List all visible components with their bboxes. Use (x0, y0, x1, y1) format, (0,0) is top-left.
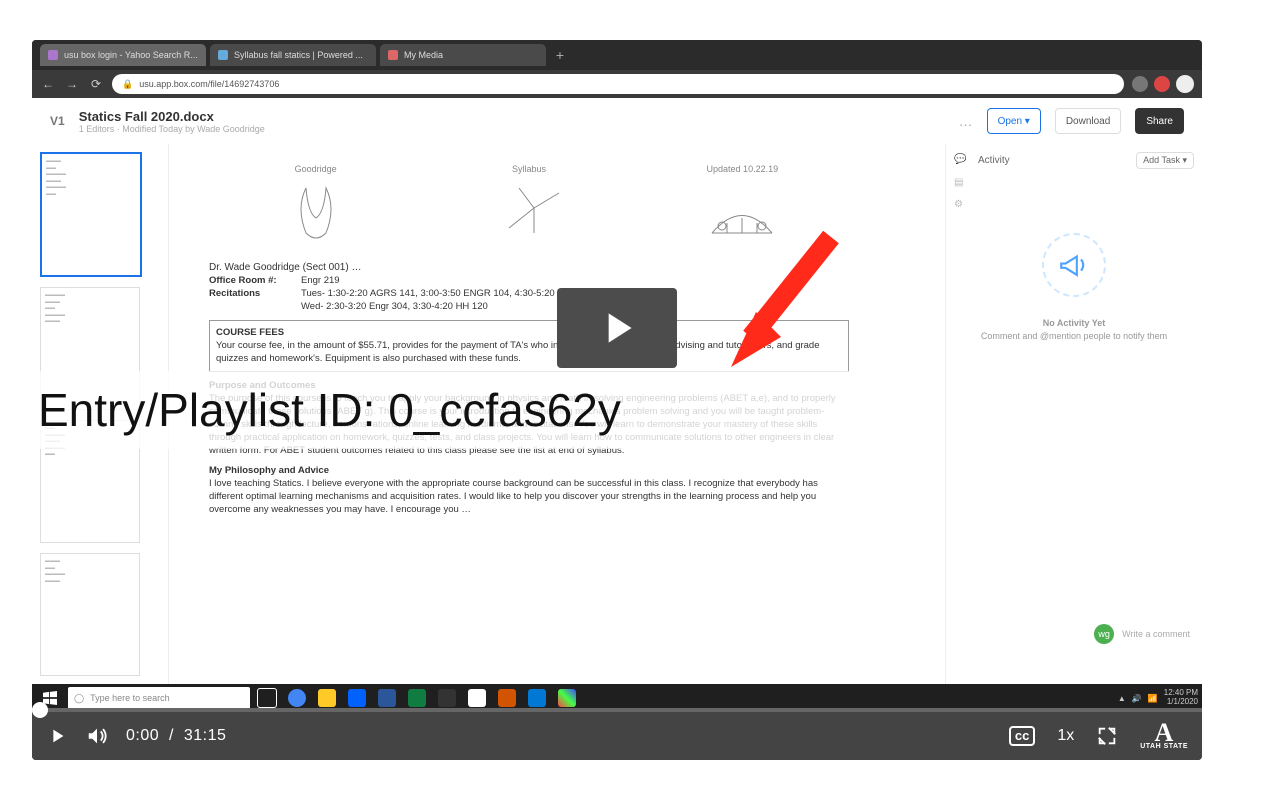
tab-label: My Media (404, 50, 443, 60)
tray-icon: 🔊 (1132, 694, 1142, 703)
course-fees-box: COURSE FEES Your course fee, in the amou… (209, 320, 849, 372)
activity-panel: 💬 Activity Add Task ▾ ▤ ⚙ No Activity Ye… (945, 144, 1202, 684)
favicon-icon (48, 50, 58, 60)
chat-icon: 💬 (954, 154, 968, 168)
instructor-line: Dr. Wade Goodridge (Sect 001) … (209, 262, 849, 273)
seek-bar[interactable] (32, 708, 1202, 712)
fig-caption: Updated 10.22.19 (707, 164, 779, 174)
entry-id-text: Entry/Playlist ID: 0_ccfas62y (38, 383, 621, 437)
tab-label: usu box login - Yahoo Search R... (64, 50, 198, 60)
address-bar[interactable]: 🔒 usu.app.box.com/file/14692743706 (112, 74, 1124, 94)
new-tab-button[interactable]: + (550, 45, 570, 65)
activity-label: Activity (978, 155, 1010, 166)
lock-icon: 🔒 (122, 79, 133, 90)
browser-toolbar: ← → ⟳ 🔒 usu.app.box.com/file/14692743706 (32, 70, 1202, 98)
comment-input[interactable]: wg Write a comment (1094, 624, 1190, 644)
brand-label: UTAH STATE (1140, 743, 1188, 750)
search-icon: ◯ (74, 693, 84, 704)
stage: usu box login - Yahoo Search R... Syllab… (0, 0, 1280, 800)
heading: COURSE FEES (216, 327, 284, 338)
brand-logo-icon: A (1154, 723, 1173, 743)
value: Tues- 1:30-2:20 AGRS 141, 3:00-3:50 ENGR… (301, 288, 596, 299)
forward-button[interactable]: → (64, 76, 80, 92)
extension-icon[interactable] (1132, 76, 1148, 92)
box-header: V1 Statics Fall 2020.docx 1 Editors · Mo… (32, 98, 1202, 145)
extension-icon[interactable] (1154, 76, 1170, 92)
tab-label: Syllabus fall statics | Powered ... (234, 50, 363, 60)
taskbar-search[interactable]: ◯ Type here to search (68, 687, 250, 709)
gear-icon: ⚙ (954, 199, 968, 213)
fig-caption: Goodridge (295, 164, 337, 174)
add-task-button[interactable]: Add Task ▾ (1136, 152, 1194, 169)
captions-button[interactable]: cc (1009, 726, 1035, 746)
version-badge: V1 (50, 114, 65, 128)
profile-avatar[interactable] (1176, 75, 1194, 93)
toolbar-right (1132, 75, 1194, 93)
back-button[interactable]: ← (40, 76, 56, 92)
tray-icon: 📶 (1148, 694, 1158, 703)
play-icon (592, 303, 642, 353)
fullscreen-icon (1096, 725, 1118, 747)
noactivity-sub: Comment and @mention people to notify th… (981, 331, 1167, 341)
reload-button[interactable]: ⟳ (88, 76, 104, 92)
tray-icon: ▲ (1118, 694, 1126, 703)
video-control-bar: 0:00 / 31:15 cc 1x A UTAH STATE (32, 712, 1202, 760)
volume-icon (86, 725, 108, 747)
label: Recitations (209, 288, 289, 299)
body-text: Your course fee, in the amount of $55.71… (216, 340, 820, 364)
browser-tab[interactable]: usu box login - Yahoo Search R... (40, 44, 206, 66)
entry-id-overlay: Entry/Playlist ID: 0_ccfas62y (32, 371, 858, 449)
volume-button[interactable] (86, 725, 108, 747)
system-tray[interactable]: ▲ 🔊 📶 12:40 PM 1/1/2020 (1118, 689, 1198, 707)
page-thumb[interactable]: ▬▬▬▬▬▬▬▬▬▬▬▬ (40, 553, 140, 676)
share-button[interactable]: Share (1135, 108, 1184, 134)
fig-caption: Syllabus (512, 164, 546, 174)
taskbar-clock[interactable]: 12:40 PM 1/1/2020 (1164, 689, 1198, 707)
doc-subtitle: 1 Editors · Modified Today by Wade Goodr… (79, 124, 265, 134)
time-display: 0:00 / 31:15 (126, 727, 226, 745)
favicon-icon (218, 50, 228, 60)
value: Wed- 2:30-3:20 Engr 304, 3:30-4:20 HH 12… (301, 301, 488, 312)
heading: My Philosophy and Advice (209, 465, 849, 478)
video-player: usu box login - Yahoo Search R... Syllab… (32, 40, 1202, 760)
open-button[interactable]: Open ▾ (987, 108, 1041, 134)
play-overlay-button[interactable] (557, 288, 677, 368)
play-icon (46, 725, 68, 747)
url-text: usu.app.box.com/file/14692743706 (139, 79, 279, 89)
megaphone-icon (1042, 233, 1106, 297)
browser-tab-strip: usu box login - Yahoo Search R... Syllab… (32, 40, 1202, 70)
body-text: I love teaching Statics. I believe every… (209, 478, 818, 515)
page-thumb[interactable]: ▬▬▬▬▬▬▬▬▬▬▬▬▬▬▬▬▬▬ (40, 152, 142, 277)
page-content: Goodridge Syllabus Updated 10.22.19 Dr. … (209, 154, 849, 517)
speed-button[interactable]: 1x (1057, 727, 1074, 745)
seek-handle-icon[interactable] (32, 702, 48, 718)
current-time: 0:00 (126, 727, 159, 744)
value: Engr 219 (301, 275, 340, 286)
play-button[interactable] (46, 725, 68, 747)
sketch-icon (276, 178, 356, 248)
noactivity-title: No Activity Yet (1043, 318, 1106, 328)
clock-date: 1/1/2020 (1164, 698, 1198, 707)
sketch-icon (702, 178, 782, 248)
duration: 31:15 (184, 727, 227, 744)
fullscreen-button[interactable] (1096, 725, 1118, 747)
comment-placeholder: Write a comment (1122, 629, 1190, 639)
doc-title: Statics Fall 2020.docx (79, 109, 265, 124)
user-avatar-icon: wg (1094, 624, 1114, 644)
label: Office Room #: (209, 275, 289, 286)
doc-icon: ▤ (954, 177, 968, 191)
search-placeholder: Type here to search (90, 693, 170, 703)
browser-tab[interactable]: Syllabus fall statics | Powered ... (210, 44, 376, 66)
more-button[interactable]: … (959, 113, 973, 129)
sketch-icon (489, 178, 569, 248)
doc-meta: Statics Fall 2020.docx 1 Editors · Modif… (79, 109, 265, 134)
time-separator: / (169, 727, 174, 744)
player-brand: A UTAH STATE (1140, 723, 1188, 750)
favicon-icon (388, 50, 398, 60)
browser-tab[interactable]: My Media (380, 44, 546, 66)
download-button[interactable]: Download (1055, 108, 1121, 134)
